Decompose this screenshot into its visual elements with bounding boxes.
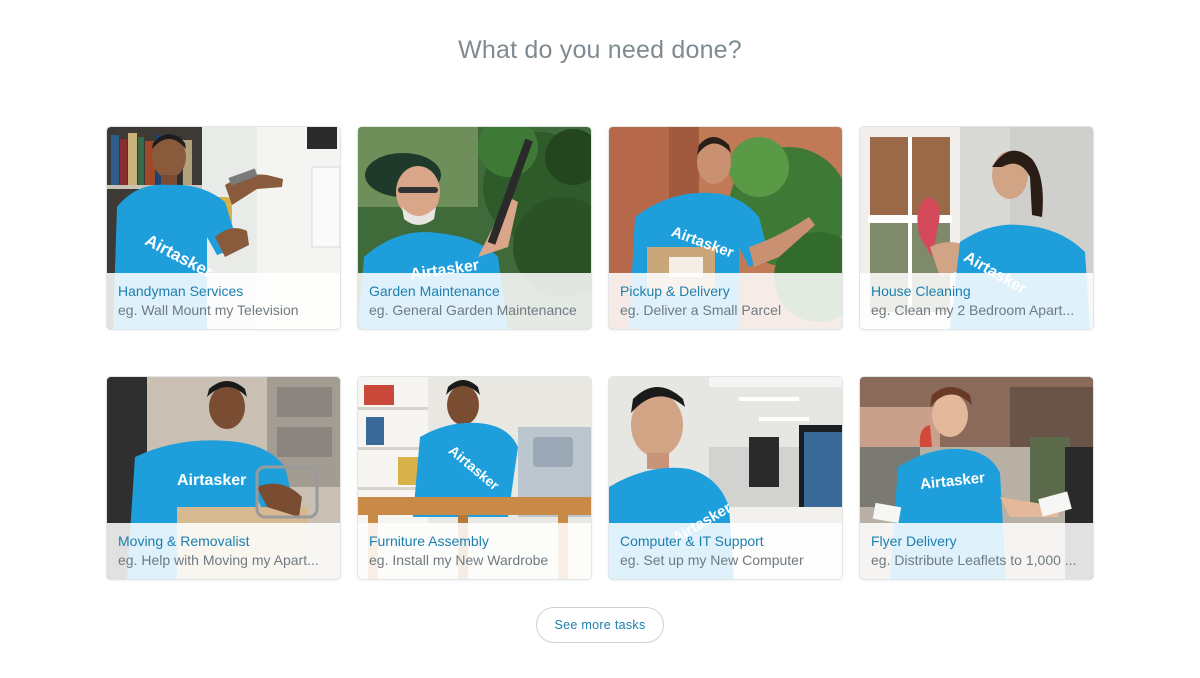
task-example: eg. Distribute Leaflets to 1,000 ...	[871, 552, 1077, 568]
task-example: eg. Install my New Wardrobe	[369, 552, 549, 568]
task-example: eg. Deliver a Small Parcel	[620, 302, 782, 318]
task-card-caption: Flyer Delivery eg. Distribute Leaflets t…	[860, 523, 1093, 579]
task-title[interactable]: Flyer Delivery	[871, 532, 1083, 551]
task-card-caption: Handyman Services eg. Wall Mount my Tele…	[107, 273, 340, 329]
task-card-caption: Garden Maintenance eg. General Garden Ma…	[358, 273, 591, 329]
task-title[interactable]: Pickup & Delivery	[620, 282, 832, 301]
task-card-garden[interactable]: Airtasker Garden Maintenance eg. General…	[358, 127, 591, 329]
task-category-grid: Airtasker Handyman Services eg. Wall Mou…	[107, 127, 1094, 579]
page: What do you need done? Airtasker Handyma…	[0, 0, 1200, 678]
task-card-caption: Computer & IT Support eg. Set up my New …	[609, 523, 842, 579]
task-card-house-cleaning[interactable]: Airtasker House Cleaning eg. Clean my 2 …	[860, 127, 1093, 329]
see-more-tasks-button[interactable]: See more tasks	[536, 607, 664, 643]
task-card-handyman[interactable]: Airtasker Handyman Services eg. Wall Mou…	[107, 127, 340, 329]
task-card-caption: House Cleaning eg. Clean my 2 Bedroom Ap…	[860, 273, 1093, 329]
task-title[interactable]: Moving & Removalist	[118, 532, 330, 551]
task-example: eg. Set up my New Computer	[620, 552, 804, 568]
task-card-moving[interactable]: Airtasker Moving & Removalist eg. Help w…	[107, 377, 340, 579]
task-card-flyer-delivery[interactable]: Airtasker Flyer Delivery eg. Distribute …	[860, 377, 1093, 579]
task-title[interactable]: Handyman Services	[118, 282, 330, 301]
svg-text:Airtasker: Airtasker	[177, 472, 246, 489]
task-card-caption: Furniture Assembly eg. Install my New Wa…	[358, 523, 591, 579]
task-title[interactable]: Computer & IT Support	[620, 532, 832, 551]
task-card-caption: Moving & Removalist eg. Help with Moving…	[107, 523, 340, 579]
task-title[interactable]: Garden Maintenance	[369, 282, 581, 301]
page-heading: What do you need done?	[458, 36, 742, 64]
task-card-pickup-delivery[interactable]: Airtasker Pickup & Delivery eg. Deliver …	[609, 127, 842, 329]
task-card-furniture-assembly[interactable]: Airtasker Furniture Assembly eg. Install…	[358, 377, 591, 579]
task-example: eg. Help with Moving my Apart...	[118, 552, 319, 568]
task-card-computer-it[interactable]: Airtasker Computer & IT Support eg. Set …	[609, 377, 842, 579]
task-title[interactable]: House Cleaning	[871, 282, 1083, 301]
task-example: eg. Clean my 2 Bedroom Apart...	[871, 302, 1075, 318]
task-card-caption: Pickup & Delivery eg. Deliver a Small Pa…	[609, 273, 842, 329]
task-example: eg. Wall Mount my Television	[118, 302, 299, 318]
task-example: eg. General Garden Maintenance	[369, 302, 577, 318]
task-title[interactable]: Furniture Assembly	[369, 532, 581, 551]
